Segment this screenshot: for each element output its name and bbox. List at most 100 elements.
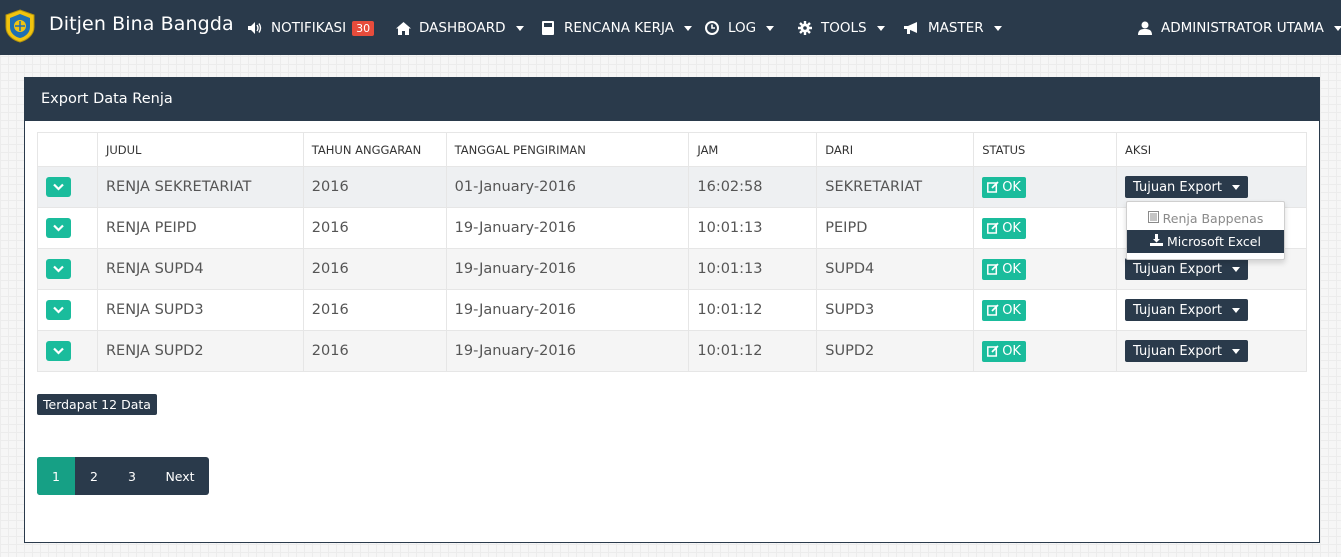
expand-row-button[interactable] xyxy=(46,218,71,238)
tujuan-export-button[interactable]: Tujuan Export xyxy=(1125,340,1248,362)
book-icon xyxy=(540,20,556,36)
bullhorn-icon xyxy=(904,20,920,36)
toggle-cell xyxy=(37,166,98,208)
panel-title: Export Data Renja xyxy=(25,78,1319,121)
user-icon xyxy=(1137,20,1153,36)
table-row: RENJA SEKRETARIAT 2016 01-January-2016 16:0… xyxy=(37,166,1307,208)
column-header-dari: DARI xyxy=(816,132,975,167)
nav-master[interactable]: MASTER xyxy=(904,18,1002,38)
status-cell: OK xyxy=(973,207,1118,249)
volume-icon xyxy=(247,20,263,36)
document-icon xyxy=(1147,211,1159,226)
nav-dashboard[interactable]: DASHBOARD xyxy=(395,18,524,38)
export-button-label: Tujuan Export xyxy=(1133,261,1222,277)
page-link-1[interactable]: 1 xyxy=(37,457,75,495)
edit-icon xyxy=(987,263,999,275)
status-ok-button[interactable]: OK xyxy=(982,340,1026,362)
status-label: OK xyxy=(1002,179,1021,195)
chevron-down-icon xyxy=(53,183,64,191)
page-next-button[interactable]: Next xyxy=(151,457,209,495)
edit-icon xyxy=(987,345,999,357)
jam-cell: 10:01:13 xyxy=(688,207,818,249)
jam-cell: 10:01:12 xyxy=(688,330,818,372)
edit-icon xyxy=(987,304,999,316)
nav-notifikasi[interactable]: NOTIFIKASI 30 xyxy=(247,18,375,38)
judul-cell: RENJA SUPD4 xyxy=(96,248,304,290)
caret-down-icon xyxy=(1333,25,1341,31)
tanggal-cell: 19-January-2016 xyxy=(445,330,690,372)
dari-cell: SUPD4 xyxy=(816,248,975,290)
notification-count-badge: 30 xyxy=(352,20,375,36)
status-ok-button[interactable]: OK xyxy=(982,217,1026,239)
export-button-label: Tujuan Export xyxy=(1133,302,1222,318)
status-ok-button[interactable]: OK xyxy=(982,176,1026,198)
status-ok-button[interactable]: OK xyxy=(982,258,1026,280)
expand-row-button[interactable] xyxy=(46,300,71,320)
status-label: OK xyxy=(1002,220,1021,236)
caret-down-icon xyxy=(684,25,693,31)
nav-log[interactable]: LOG xyxy=(704,18,775,38)
dari-cell: SEKRETARIAT xyxy=(816,166,975,208)
table-row: RENJA SUPD4 2016 19-January-2016 10:01:13 SU… xyxy=(37,248,1307,290)
expand-row-button[interactable] xyxy=(46,177,71,197)
table-row: RENJA SUPD2 2016 19-January-2016 10:01:12 SU… xyxy=(37,330,1307,372)
tahun-cell: 2016 xyxy=(302,330,447,372)
dropdown-item-label: Renja Bappenas xyxy=(1162,211,1264,226)
tahun-cell: 2016 xyxy=(302,207,447,249)
tujuan-export-button[interactable]: Tujuan Export xyxy=(1125,176,1248,198)
tanggal-cell: 01-January-2016 xyxy=(445,166,690,208)
nav-rencana-kerja-label: RENCANA KERJA xyxy=(564,20,675,36)
caret-down-icon xyxy=(515,25,524,31)
tujuan-export-button[interactable]: Tujuan Export xyxy=(1125,258,1248,280)
brand-title[interactable]: Ditjen Bina Bangda xyxy=(49,13,234,35)
edit-icon xyxy=(987,222,999,234)
nav-master-label: MASTER xyxy=(928,20,984,36)
caret-down-icon xyxy=(1231,266,1240,272)
jam-cell: 10:01:12 xyxy=(688,289,818,331)
export-button-label: Tujuan Export xyxy=(1133,179,1222,195)
chevron-down-icon xyxy=(53,224,64,232)
toggle-cell xyxy=(37,248,98,290)
column-header xyxy=(37,132,98,167)
expand-row-button[interactable] xyxy=(46,259,71,279)
column-header-status: STATUS xyxy=(973,132,1118,167)
dari-cell: SUPD3 xyxy=(816,289,975,331)
nav-rencana-kerja[interactable]: RENCANA KERJA xyxy=(540,18,693,38)
data-count-badge: Terdapat 12 Data xyxy=(37,394,157,415)
logo-emblem-icon[interactable] xyxy=(4,9,36,43)
chevron-down-icon xyxy=(53,347,64,355)
chevron-down-icon xyxy=(53,306,64,314)
tanggal-cell: 19-January-2016 xyxy=(445,289,690,331)
status-label: OK xyxy=(1002,343,1021,359)
nav-user-menu[interactable]: ADMINISTRATOR UTAMA xyxy=(1137,18,1341,38)
page-link-3[interactable]: 3 xyxy=(113,457,151,495)
column-header-aksi: AKSI xyxy=(1116,132,1307,167)
gear-icon xyxy=(797,20,813,36)
status-cell: OK xyxy=(973,248,1118,290)
tanggal-cell: 19-January-2016 xyxy=(445,207,690,249)
renja-table: JUDUL TAHUN ANGGARAN TANGGAL PENGIRIMAN … xyxy=(37,132,1307,372)
dropdown-item-microsoft-excel[interactable]: Microsoft Excel xyxy=(1127,230,1284,253)
export-button-label: Tujuan Export xyxy=(1133,343,1222,359)
nav-user-label: ADMINISTRATOR UTAMA xyxy=(1161,20,1324,36)
nav-tools[interactable]: TOOLS xyxy=(797,18,885,38)
dropdown-item-renja-bappenas[interactable]: Renja Bappenas xyxy=(1127,207,1284,230)
aksi-cell: Tujuan Export xyxy=(1116,330,1307,372)
nav-log-label: LOG xyxy=(728,20,757,36)
aksi-cell: Tujuan Export xyxy=(1116,289,1307,331)
dari-cell: PEIPD xyxy=(816,207,975,249)
status-cell: OK xyxy=(973,289,1118,331)
nav-dashboard-label: DASHBOARD xyxy=(419,20,506,36)
status-cell: OK xyxy=(973,166,1118,208)
status-label: OK xyxy=(1002,302,1021,318)
expand-row-button[interactable] xyxy=(46,341,71,361)
download-icon xyxy=(1150,234,1163,249)
table-header-row: JUDUL TAHUN ANGGARAN TANGGAL PENGIRIMAN … xyxy=(37,132,1307,167)
clock-icon xyxy=(704,20,720,36)
toggle-cell xyxy=(37,289,98,331)
tujuan-export-button[interactable]: Tujuan Export xyxy=(1125,299,1248,321)
table-row: RENJA PEIPD 2016 19-January-2016 10:01:13 PE… xyxy=(37,207,1307,249)
status-ok-button[interactable]: OK xyxy=(982,299,1026,321)
page-link-2[interactable]: 2 xyxy=(75,457,113,495)
column-header-tanggal: TANGGAL PENGIRIMAN xyxy=(445,132,690,167)
